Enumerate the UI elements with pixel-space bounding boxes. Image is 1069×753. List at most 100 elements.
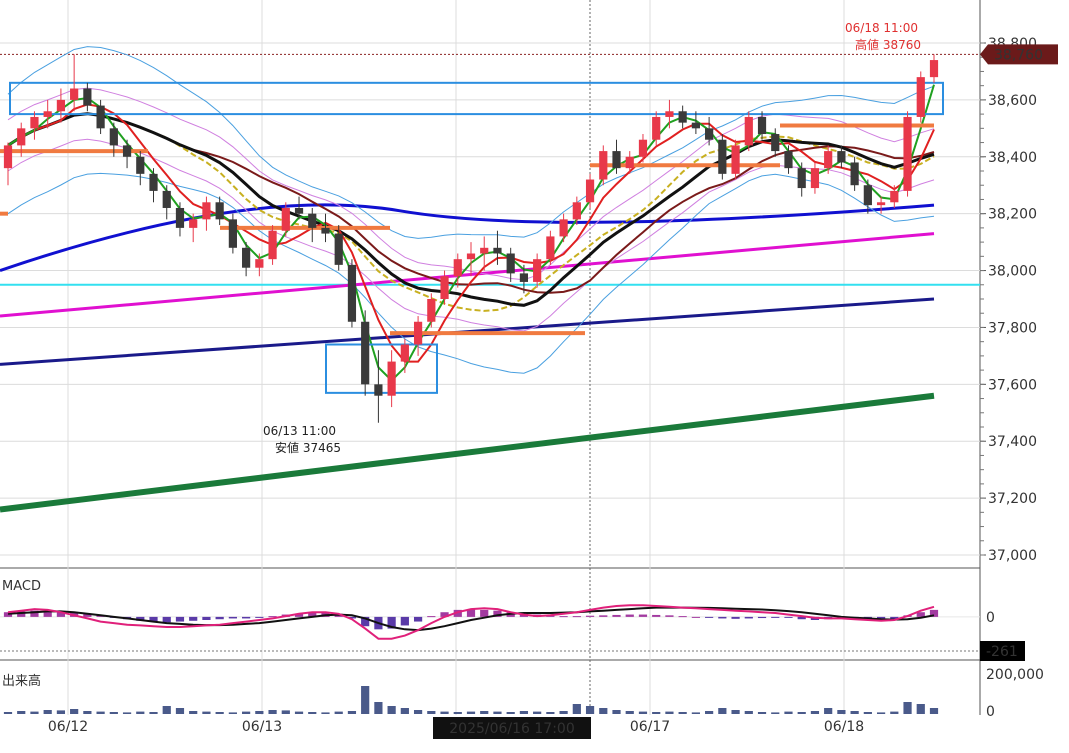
candle-body [43, 111, 52, 117]
candle-body [519, 273, 529, 282]
candle-body [546, 236, 555, 260]
candle-body [757, 116, 767, 135]
candle-body [308, 213, 317, 228]
volume-bar [294, 711, 304, 714]
macd-histogram-bar [427, 616, 436, 618]
range-box-high [9, 81, 944, 116]
candle-body [652, 116, 661, 140]
candle-body [718, 139, 727, 174]
volume-bar [70, 709, 79, 714]
macd-histogram-bar [744, 616, 753, 619]
candle-body [744, 116, 753, 146]
volume-bar [175, 708, 185, 714]
macd-histogram-bar [400, 616, 409, 626]
candle-body [850, 162, 859, 186]
candle-body [3, 145, 13, 169]
candle-body [400, 344, 409, 362]
macd-histogram-bar [255, 616, 264, 618]
candle-body [480, 247, 489, 254]
candle-body [533, 259, 542, 282]
macd-histogram-bar [413, 616, 423, 622]
macd-histogram-bar [638, 614, 648, 617]
volume-bar [678, 712, 687, 714]
volume-bar [136, 711, 145, 714]
volume-bar [533, 711, 542, 714]
candle-body [585, 179, 595, 203]
volume-bar [440, 711, 449, 714]
volume-bar [400, 708, 409, 714]
volume-bar [228, 712, 237, 714]
macd-current-label: -261 [986, 644, 1018, 660]
volume-bar [665, 711, 674, 714]
y-tick-label: 37,600 [988, 377, 1037, 393]
volume-bar [30, 711, 39, 714]
macd-zero-label: 0 [986, 610, 995, 626]
candle-body [294, 207, 304, 214]
low-annotation-time: 06/13 11:00 [263, 424, 336, 438]
macd-histogram-bar [678, 616, 687, 618]
volume-bar [453, 712, 462, 714]
volume-bar [334, 711, 343, 714]
candle-body [96, 105, 105, 129]
y-tick-label: 37,800 [988, 320, 1037, 336]
candle-body [149, 173, 158, 191]
macd-histogram-bar [784, 616, 793, 618]
macd-histogram-bar [480, 609, 489, 617]
candle-body [30, 116, 39, 129]
macd-histogram-bar [215, 616, 224, 620]
volume-bar [215, 712, 224, 714]
volume-bar [162, 706, 171, 714]
macd-histogram-bar [652, 614, 661, 617]
ma-100-line [0, 203, 935, 272]
macd-histogram-bar [625, 614, 634, 617]
candle-body [83, 88, 92, 106]
volume-bar [863, 712, 872, 714]
candle-body [771, 134, 780, 152]
ma-black-line [7, 112, 935, 307]
volume-bar [797, 712, 806, 714]
volume-bar [189, 711, 198, 714]
candle-body [797, 168, 806, 189]
volume-bar [321, 712, 330, 714]
volume-bar [242, 711, 251, 714]
candle-body [863, 185, 872, 206]
ma-very-long-line [0, 392, 935, 513]
candle-body [612, 151, 621, 169]
volume-bar [347, 711, 357, 714]
candle-body [678, 111, 687, 123]
volume-bar [281, 710, 290, 714]
candle-body [175, 207, 185, 228]
volume-bar [810, 711, 820, 714]
volume-bar [202, 711, 211, 714]
candle-body [215, 202, 224, 220]
macd-label: MACD [2, 579, 41, 594]
candle-body [17, 128, 26, 146]
volume-tick-label: 200,000 [986, 667, 1044, 683]
volume-bar [122, 712, 132, 714]
volume-bar [56, 710, 66, 714]
candle-body [136, 156, 145, 174]
volume-bar [493, 711, 502, 714]
candle-body [56, 99, 66, 112]
macd-histogram-bar [691, 616, 700, 618]
macd-histogram-bar [599, 615, 608, 617]
macd-histogram-bar [731, 616, 740, 619]
candle-body [466, 253, 476, 260]
volume-bar [96, 711, 105, 714]
volume-bar [599, 708, 608, 714]
candle-body [453, 259, 462, 277]
volume-bar [546, 712, 555, 714]
candle-body [440, 276, 449, 299]
candle-body [122, 145, 132, 157]
candle-body [731, 145, 740, 174]
candle-body [599, 151, 608, 180]
candle-body [109, 128, 118, 146]
candle-body [929, 60, 939, 78]
high-annotation-text: 高値 38760 [855, 37, 921, 52]
volume-bar [652, 712, 661, 714]
volume-bar [876, 712, 886, 714]
volume-bar [413, 710, 423, 714]
candle-body [493, 247, 502, 254]
candle-body [559, 219, 568, 237]
candle-body [374, 384, 383, 396]
